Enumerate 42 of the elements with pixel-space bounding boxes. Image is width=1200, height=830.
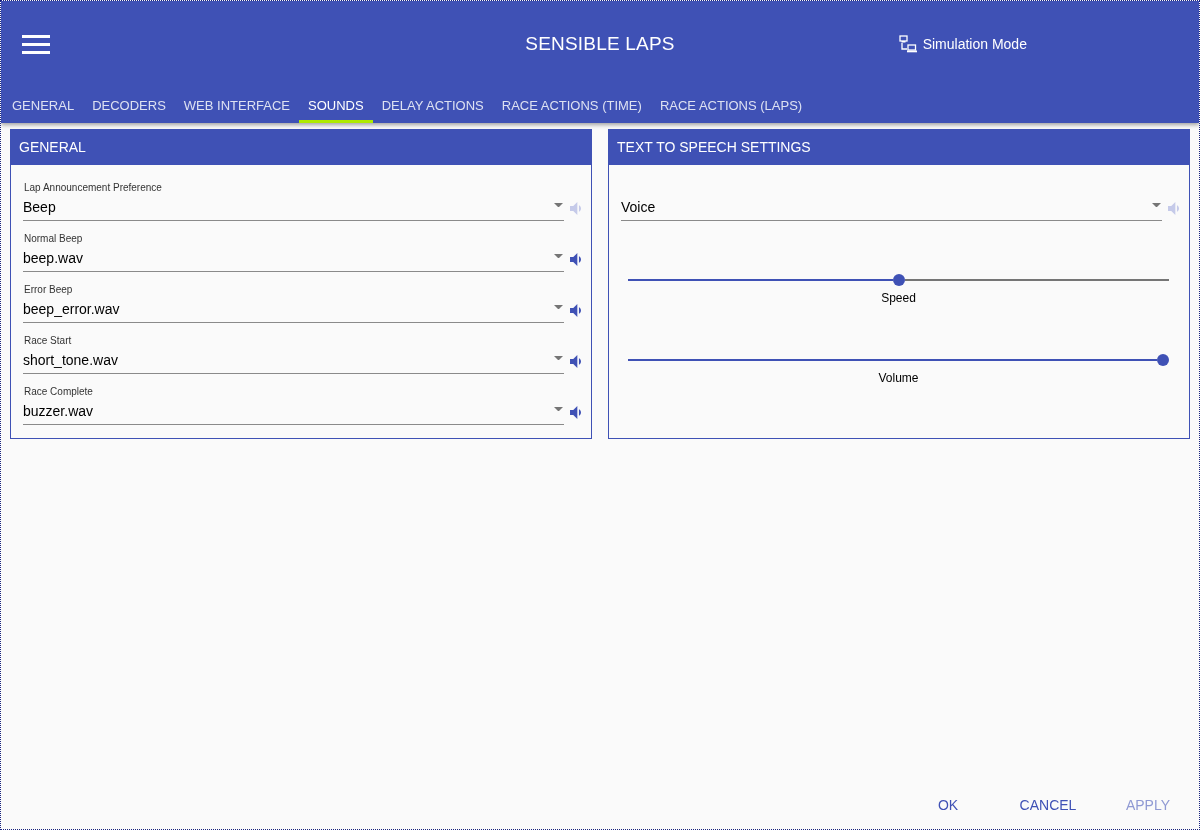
dropdown[interactable]: buzzer.wav (23, 400, 564, 425)
tab[interactable]: RACE ACTIONS (LAPS) (650, 87, 812, 123)
dropdown[interactable]: beep_error.wav (23, 298, 564, 323)
dialog-button[interactable]: OK (904, 787, 992, 823)
caret-icon (554, 406, 563, 412)
slider-label: Speed (881, 291, 916, 305)
tab[interactable]: GENERAL (3, 87, 84, 123)
menu-icon[interactable] (22, 34, 50, 54)
slider-thumb[interactable] (892, 274, 905, 286)
dropdown[interactable]: beep.wav (23, 247, 564, 272)
slider-thumb[interactable] (1157, 354, 1169, 366)
tab[interactable]: RACE ACTIONS (TIME) (492, 87, 651, 123)
dropdown[interactable]: short_tone.wav (23, 349, 564, 374)
caret-icon (554, 355, 563, 361)
dropdown[interactable]: Beep (23, 196, 564, 221)
field-label: Race Complete (23, 385, 93, 398)
field-label: Normal Beep (23, 232, 83, 245)
tab[interactable]: SOUNDS (299, 87, 373, 123)
tab[interactable]: WEB INTERFACE (174, 87, 299, 123)
caret-icon (554, 304, 563, 310)
speaker-icon[interactable] (570, 406, 581, 419)
speaker-icon[interactable] (570, 253, 581, 266)
tab[interactable]: DELAY ACTIONS (372, 87, 493, 123)
caret-icon (554, 253, 563, 259)
slider-track[interactable] (628, 354, 1169, 366)
field-label: Error Beep (23, 283, 73, 296)
card-title: GENERAL (11, 130, 591, 165)
dropdown[interactable]: Voice (621, 196, 1162, 221)
dialog-button[interactable]: CANCEL (1004, 787, 1092, 823)
slider-label: Volume (878, 371, 919, 385)
slider-track[interactable] (628, 274, 1169, 286)
app-title: SENSIBLE LAPS (525, 33, 675, 55)
field-label: Lap Announcement Preference (23, 181, 162, 194)
network-icon (898, 35, 917, 53)
card-title: TEXT TO SPEECH SETTINGS (609, 130, 1189, 165)
speaker-icon[interactable] (570, 304, 581, 317)
tab[interactable]: DECODERS (83, 87, 175, 123)
caret-icon (1152, 202, 1161, 208)
simulation-mode-button[interactable]: Simulation Mode (898, 35, 1027, 53)
field-label: Race Start (23, 334, 72, 347)
caret-icon (554, 202, 563, 208)
speaker-icon[interactable] (570, 355, 581, 368)
